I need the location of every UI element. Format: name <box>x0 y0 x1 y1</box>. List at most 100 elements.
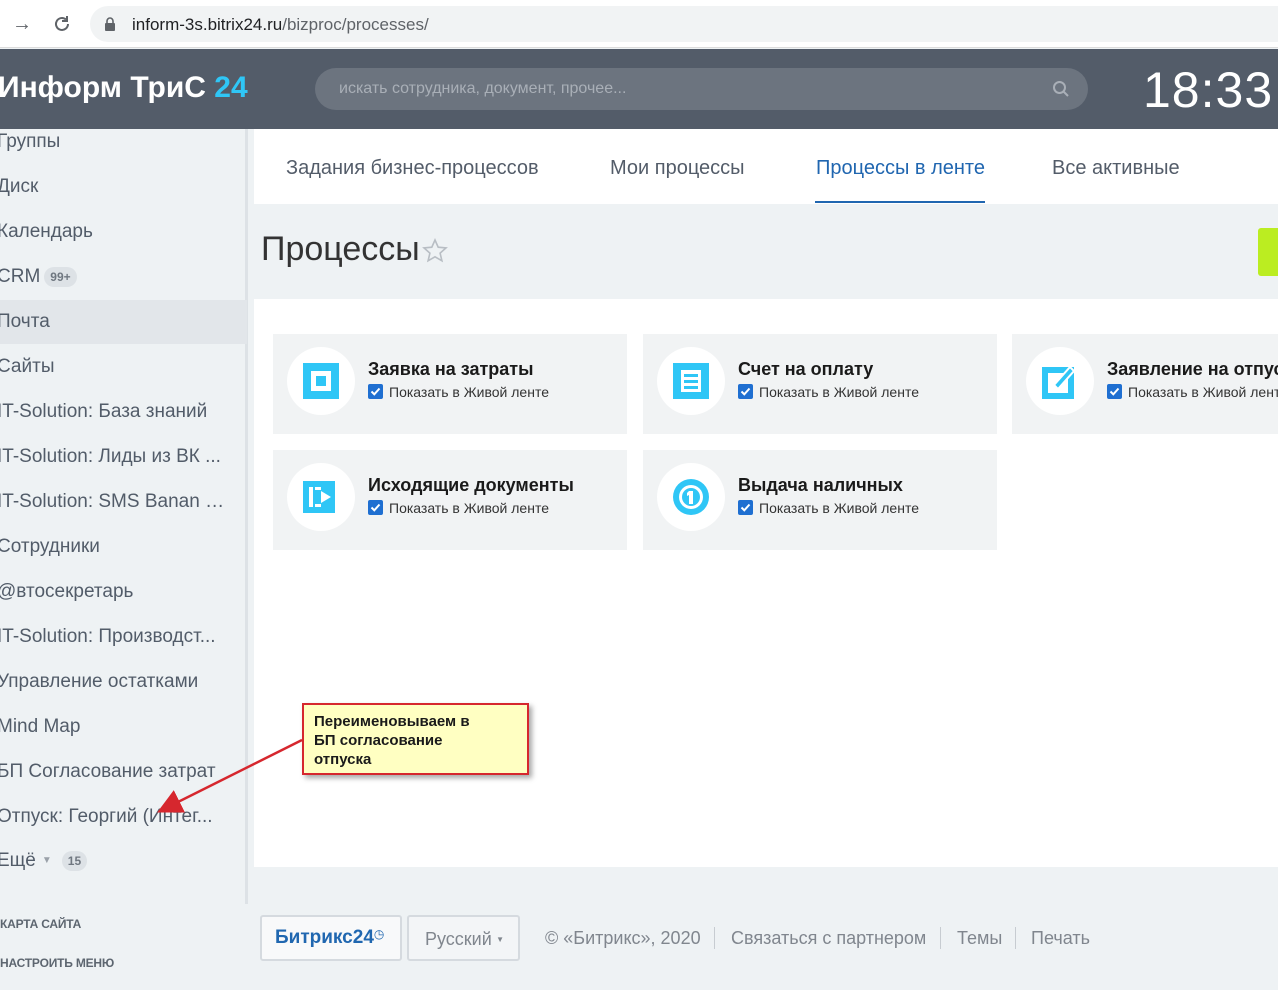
feed-checkbox[interactable] <box>738 500 753 515</box>
feed-checkbox[interactable] <box>368 500 383 515</box>
process-name: Заявление на отпуск <box>1107 359 1278 379</box>
process-name: Заявка на затраты <box>368 359 534 379</box>
process-tabs: Задания бизнес-процессов Мои процессы Пр… <box>254 129 1278 204</box>
sidebar-item-vk-leads[interactable]: IT-Solution: Лиды из ВК ... <box>0 435 247 479</box>
configure-menu-link[interactable]: НАСТРОИТЬ МЕНЮ <box>0 956 114 970</box>
tab-my-processes[interactable]: Мои процессы <box>610 157 745 180</box>
themes-link[interactable]: Темы <box>957 928 1002 949</box>
page-footer: Битрикс24◷ Русский ▼ © «Битрикс», 2020 С… <box>254 867 1278 990</box>
active-tab-indicator <box>815 201 985 203</box>
language-selector[interactable]: Русский ▼ <box>407 915 520 961</box>
search-input[interactable]: искать сотрудника, документ, прочее... <box>315 68 1088 110</box>
feed-checkbox-label: Показать в Живой ленте <box>389 500 549 516</box>
sidebar-item-calendar[interactable]: Календарь <box>0 210 247 254</box>
sidebar-item-label: Управление остатками <box>0 671 199 692</box>
page-title-bar: Процессы <box>254 204 1278 299</box>
square-icon <box>287 347 355 415</box>
sidebar-item-employees[interactable]: Сотрудники <box>0 525 247 569</box>
sidebar-item-more[interactable]: Ещё ▼ 15 <box>0 839 247 883</box>
logo-text: Информ ТриС <box>0 71 206 104</box>
sidebar-item-disk[interactable]: Диск <box>0 165 247 209</box>
sidebar-item-groups[interactable]: Группы <box>0 120 247 164</box>
sidebar-item-stock[interactable]: Управление остатками <box>0 660 247 704</box>
sidebar-item-crm[interactable]: CRM 99+ <box>0 255 247 299</box>
processes-grid: Заявка на затраты Показать в Живой ленте… <box>254 299 1278 867</box>
sidebar-item-label: Сайты <box>0 356 55 377</box>
sidebar-item-autosecretary[interactable]: @втосекретарь <box>0 570 247 614</box>
bitrix-brand-text: Битрикс <box>275 927 353 948</box>
sidebar-item-label: IT-Solution: SMS Banan (... <box>0 491 228 512</box>
sidebar-item-label: Отпуск: Георгий (Интег... <box>0 806 213 827</box>
browser-toolbar: → inform-3s.bitrix24.ru/bizproc/processe… <box>0 0 1278 48</box>
sidebar-item-label: CRM <box>0 266 41 287</box>
footer-divider <box>714 927 715 949</box>
annotation-text: Переименовываем в БП согласование отпуск… <box>314 713 470 768</box>
sidebar-item-mind-map[interactable]: Mind Map <box>0 705 247 749</box>
search-icon[interactable] <box>1052 80 1070 98</box>
process-tile[interactable]: Выдача наличных Показать в Живой ленте <box>643 450 997 550</box>
sidebar-item-mail[interactable]: Почта <box>0 300 247 344</box>
feed-checkbox[interactable] <box>1107 384 1122 399</box>
sidebar-item-sites[interactable]: Сайты <box>0 345 247 389</box>
tab-feed-processes[interactable]: Процессы в ленте <box>816 157 985 180</box>
sidebar-item-production[interactable]: IT-Solution: Производст... <box>0 615 247 659</box>
tab-bp-tasks[interactable]: Задания бизнес-процессов <box>286 157 539 180</box>
feed-checkbox[interactable] <box>368 384 383 399</box>
address-bar[interactable]: inform-3s.bitrix24.ru/bizproc/processes/ <box>90 6 1278 42</box>
chevron-down-icon: ▼ <box>496 935 504 944</box>
process-name: Выдача наличных <box>738 475 903 495</box>
clock[interactable]: 18:33 <box>1143 61 1273 119</box>
search-placeholder: искать сотрудника, документ, прочее... <box>339 80 627 97</box>
lock-icon <box>105 17 115 31</box>
edit-icon <box>1026 347 1094 415</box>
outgoing-icon <box>287 463 355 531</box>
contact-partner-link[interactable]: Связаться с партнером <box>731 928 926 949</box>
sidebar-item-vacation[interactable]: Отпуск: Георгий (Интег... <box>0 795 247 839</box>
sidebar-item-label: Календарь <box>0 221 93 242</box>
logo-number: 24 <box>214 71 248 104</box>
counter-badge: 99+ <box>44 266 77 287</box>
invoice-icon <box>657 347 725 415</box>
bitrix24-button[interactable]: Битрикс24◷ <box>260 915 402 961</box>
sidebar-item-label: IT-Solution: Лиды из ВК ... <box>0 446 221 467</box>
process-tile[interactable]: Заявление на отпуск Показать в Живой лен… <box>1012 334 1278 434</box>
language-label: Русский <box>425 929 492 949</box>
left-menu: Группы Диск Календарь CRM 99+ Почта Сайты… <box>0 129 248 990</box>
sidebar-item-bp-costs[interactable]: БП Согласование затрат <box>0 750 247 794</box>
bitrix-brand-number: 24 <box>352 927 374 948</box>
reload-icon[interactable] <box>50 12 74 36</box>
sidebar-item-label: @втосекретарь <box>0 581 134 602</box>
url-host: inform-3s.bitrix24.ru <box>132 15 283 34</box>
sitemap-link[interactable]: КАРТА САЙТА <box>0 917 81 931</box>
copyright-text: © «Битрикс», 2020 <box>545 928 701 948</box>
sidebar-item-label: IT-Solution: Производст... <box>0 626 216 647</box>
sidebar-item-label: Сотрудники <box>0 536 100 557</box>
cash-icon <box>657 463 725 531</box>
sidebar-item-label: БП Согласование затрат <box>0 761 216 782</box>
feed-checkbox-label: Показать в Живой ленте <box>1128 384 1278 400</box>
process-tile[interactable]: Счет на оплату Показать в Живой ленте <box>643 334 997 434</box>
feed-checkbox-label: Показать в Живой ленте <box>759 384 919 400</box>
tab-all-active[interactable]: Все активные <box>1052 157 1180 180</box>
portal-logo[interactable]: Информ ТриС 24 <box>0 71 248 105</box>
star-icon[interactable] <box>422 238 448 264</box>
process-tile[interactable]: Заявка на затраты Показать в Живой ленте <box>273 334 627 434</box>
add-process-button[interactable] <box>1258 228 1278 276</box>
print-link[interactable]: Печать <box>1031 928 1090 949</box>
sidebar-item-label: Диск <box>0 176 39 197</box>
sidebar-item-label: IT-Solution: База знаний <box>0 401 208 422</box>
url-path: /bizproc/processes/ <box>282 15 429 34</box>
annotation-callout: Переименовываем в БП согласование отпуск… <box>302 703 529 775</box>
footer-divider <box>940 927 941 949</box>
forward-icon[interactable]: → <box>10 12 34 36</box>
feed-checkbox[interactable] <box>738 384 753 399</box>
sidebar-item-knowledge-base[interactable]: IT-Solution: База знаний <box>0 390 247 434</box>
feed-checkbox-label: Показать в Живой ленте <box>759 500 919 516</box>
sidebar-item-label: Группы <box>0 131 61 152</box>
sidebar-item-label: Ещё <box>0 850 36 872</box>
chevron-down-icon: ▼ <box>41 855 52 866</box>
feed-checkbox-label: Показать в Живой ленте <box>389 384 549 400</box>
portal-header: Информ ТриС 24 искать сотрудника, докуме… <box>0 49 1278 129</box>
process-tile[interactable]: Исходящие документы Показать в Живой лен… <box>273 450 627 550</box>
sidebar-item-sms-banan[interactable]: IT-Solution: SMS Banan (... <box>0 480 247 524</box>
